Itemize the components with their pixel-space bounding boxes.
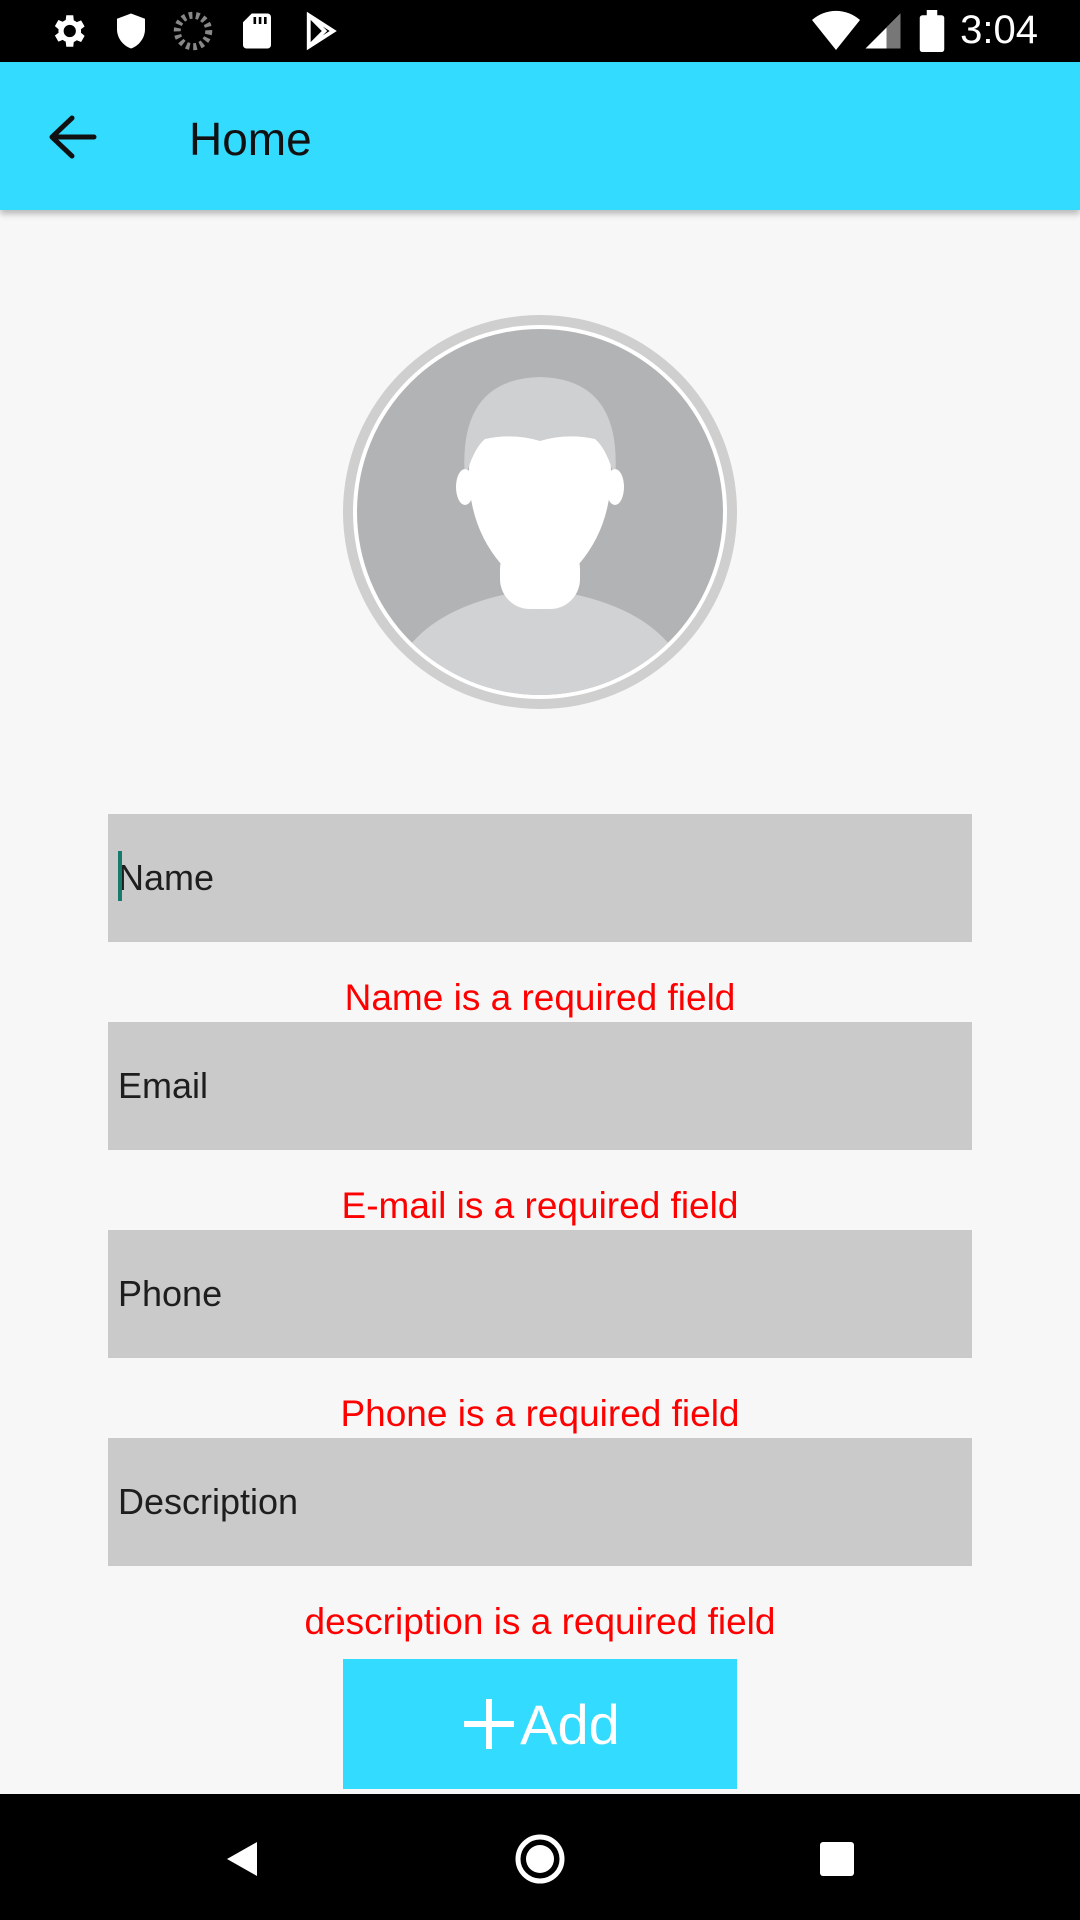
navigation-bar xyxy=(0,1794,1080,1920)
nav-home-icon xyxy=(505,1834,575,1898)
play-store-icon xyxy=(300,10,342,52)
phone-field[interactable] xyxy=(108,1230,972,1358)
nav-back-icon xyxy=(205,1842,275,1898)
back-button[interactable] xyxy=(34,102,114,172)
signal-icon xyxy=(862,10,904,52)
description-error: description is a required field xyxy=(304,1601,776,1642)
description-field[interactable] xyxy=(108,1438,972,1566)
arrow-back-icon xyxy=(34,115,114,176)
add-button[interactable]: Add xyxy=(343,1659,737,1789)
sd-card-icon xyxy=(236,10,278,52)
nav-back-button[interactable] xyxy=(205,1824,275,1894)
nav-home-button[interactable] xyxy=(505,1824,575,1894)
text-cursor xyxy=(118,851,122,901)
shield-icon xyxy=(110,10,152,52)
email-field[interactable] xyxy=(108,1022,972,1150)
status-bar: 3:04 xyxy=(0,0,1080,62)
email-error: E-mail is a required field xyxy=(341,1185,739,1226)
person-placeholder-icon xyxy=(357,329,723,695)
name-error: Name is a required field xyxy=(344,977,736,1018)
plus-icon xyxy=(460,1695,518,1753)
avatar[interactable] xyxy=(343,315,737,709)
phone-error: Phone is a required field xyxy=(340,1393,740,1434)
wifi-icon xyxy=(812,10,860,52)
settings-icon xyxy=(47,10,89,52)
app-bar: Home xyxy=(0,62,1080,210)
nav-recents-button[interactable] xyxy=(802,1824,872,1894)
loading-icon xyxy=(172,10,214,52)
battery-icon xyxy=(918,10,946,52)
add-button-label: Add xyxy=(520,1692,620,1756)
name-field[interactable] xyxy=(108,814,972,942)
nav-recents-icon xyxy=(802,1842,872,1898)
clock: 3:04 xyxy=(960,8,1038,52)
page-title: Home xyxy=(189,113,312,165)
